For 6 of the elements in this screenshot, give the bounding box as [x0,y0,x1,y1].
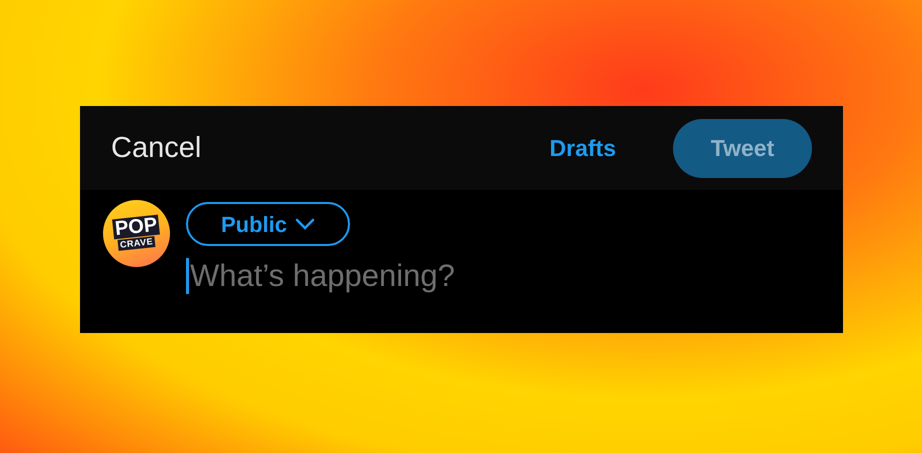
tweet-input-field[interactable]: What’s happening? [190,256,550,296]
cancel-link[interactable]: Cancel [111,134,202,162]
avatar-logo-text: CRAVE [117,236,156,252]
drafts-link[interactable]: Drafts [550,136,616,160]
audience-dropdown[interactable]: Public [186,202,350,246]
chevron-down-icon [295,218,315,230]
